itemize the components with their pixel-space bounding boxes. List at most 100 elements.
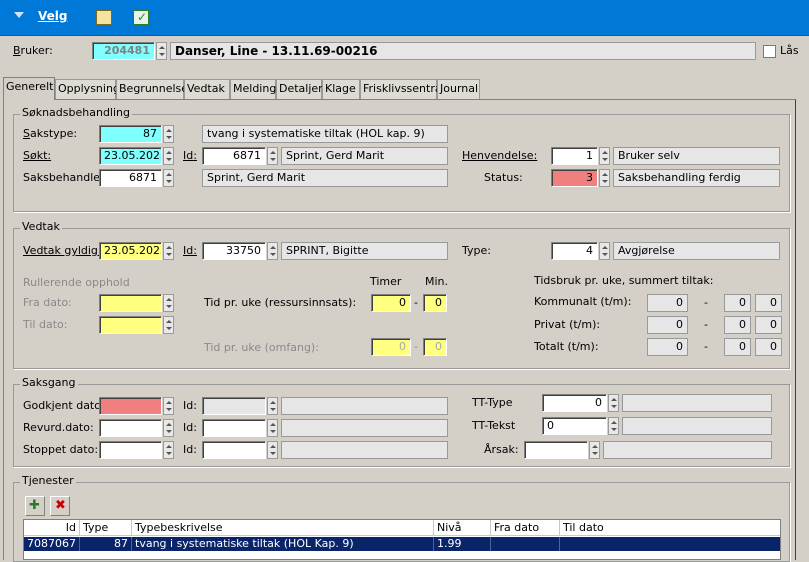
table-row-til-dato[interactable] xyxy=(560,537,780,551)
tttekst-field[interactable]: 0 xyxy=(542,417,607,435)
revurd-id-spinner[interactable] xyxy=(267,419,278,437)
book-icon[interactable] xyxy=(96,10,112,25)
tidsbruk-label: Tidsbruk pr. uke, summert tiltak: xyxy=(534,274,714,287)
table-row-typebeskrivelse[interactable]: tvang i systematiske tiltak (HOL Kap. 9) xyxy=(132,537,434,551)
status-label: Status: xyxy=(484,171,523,184)
til-dato-field[interactable] xyxy=(99,316,162,334)
godkjent-date-field[interactable] xyxy=(99,397,162,415)
stoppet-date-field[interactable] xyxy=(99,441,162,459)
saksbehandler-name: Sprint, Gerd Marit xyxy=(202,169,448,187)
col-id[interactable]: Id xyxy=(24,520,80,536)
toolbar xyxy=(0,0,809,36)
privat-extra: 0 xyxy=(755,316,782,334)
status-spinner[interactable] xyxy=(599,169,610,187)
arsak-spinner[interactable] xyxy=(589,441,600,459)
vedtak-name: SPRINT, Bigitte xyxy=(281,242,448,260)
vedtak-id-field[interactable]: 33750 xyxy=(202,242,266,260)
saksbehandler-spinner[interactable] xyxy=(163,169,174,187)
revurd-spinner[interactable] xyxy=(163,419,174,437)
bruker-id-field[interactable]: 204481 xyxy=(92,42,155,60)
fra-dato-spinner[interactable] xyxy=(163,294,174,312)
godkjent-spinner[interactable] xyxy=(163,397,174,415)
delete-service-button[interactable]: ✖ xyxy=(50,496,70,516)
privat-label: Privat (t/m): xyxy=(534,318,601,331)
saksgang-title: Saksgang xyxy=(20,376,78,389)
totalt-label: Totalt (t/m): xyxy=(534,340,599,353)
totalt-timer: 0 xyxy=(647,338,688,356)
vedtak-gyldig-label: Vedtak gyldig: xyxy=(23,244,102,257)
chevron-down-icon[interactable] xyxy=(14,12,24,18)
tab-melding[interactable]: Melding xyxy=(230,79,276,99)
godkjent-id-spinner[interactable] xyxy=(267,397,278,415)
tab-frisklivssentral[interactable]: Frisklivssentral xyxy=(360,79,445,99)
col-niva[interactable]: Nivå xyxy=(434,520,491,536)
status-field[interactable]: 3 xyxy=(551,169,598,187)
sokt-id-field[interactable]: 6871 xyxy=(202,147,266,165)
mail-check-icon[interactable]: ✓ xyxy=(133,10,149,25)
saksbehandler-field[interactable]: 6871 xyxy=(99,169,162,187)
table-row-fra-dato[interactable] xyxy=(491,537,560,551)
totalt-dash: - xyxy=(704,340,708,353)
stoppet-label: Stoppet dato: xyxy=(23,443,99,456)
sokt-date-field[interactable]: 23.05.2023 xyxy=(99,147,162,165)
stoppet-spinner[interactable] xyxy=(163,441,174,459)
stoppet-id-field[interactable] xyxy=(202,441,266,459)
type-label: Type: xyxy=(462,244,491,257)
vedtak-gyldig-field[interactable]: 23.05.2023 xyxy=(99,242,162,260)
revurd-name xyxy=(281,419,448,437)
omfang-label: Tid pr. uke (omfang): xyxy=(204,341,319,354)
sokt-label: Søkt: xyxy=(23,149,52,162)
tid-timer-field[interactable]: 0 xyxy=(371,294,411,312)
type-spinner[interactable] xyxy=(599,242,610,260)
til-dato-spinner[interactable] xyxy=(163,316,174,334)
revurd-date-field[interactable] xyxy=(99,419,162,437)
godkjent-id-label: Id: xyxy=(183,399,197,412)
velg-menu[interactable]: Velg xyxy=(38,9,67,23)
kommunalt-dash: - xyxy=(704,296,708,309)
table-row-id[interactable]: 7087067 xyxy=(24,537,80,551)
fra-dato-field[interactable] xyxy=(99,294,162,312)
col-fra-dato[interactable]: Fra dato xyxy=(491,520,560,536)
godkjent-id-field[interactable] xyxy=(202,397,266,415)
las-checkbox[interactable] xyxy=(763,45,776,58)
tab-detaljer[interactable]: Detaljer xyxy=(276,79,323,99)
henvendelse-spinner[interactable] xyxy=(599,147,610,165)
vedtak-id-spinner[interactable] xyxy=(267,242,278,260)
tab-opplysning[interactable]: Opplysning xyxy=(55,79,120,99)
omfang-min-field[interactable]: 0 xyxy=(423,338,447,356)
tttype-text xyxy=(622,394,772,412)
stoppet-id-spinner[interactable] xyxy=(267,441,278,459)
tttype-field[interactable]: 0 xyxy=(542,394,607,412)
tid-label: Tid pr. uke (ressursinnsats): xyxy=(204,296,357,309)
tab-begrunnelse[interactable]: Begrunnelse xyxy=(116,79,188,99)
tab-generelt[interactable]: Generelt xyxy=(3,77,55,100)
revurd-label: Revurd.dato: xyxy=(23,421,94,434)
tttype-spinner[interactable] xyxy=(608,394,619,412)
las-label: Lås xyxy=(780,44,799,57)
tid-min-field[interactable]: 0 xyxy=(423,294,447,312)
col-til-dato[interactable]: Til dato xyxy=(560,520,780,536)
table-row-type[interactable]: 87 xyxy=(80,537,132,551)
tttekst-spinner[interactable] xyxy=(608,417,619,435)
type-field[interactable]: 4 xyxy=(551,242,598,260)
vedtak-gyldig-spinner[interactable] xyxy=(163,242,174,260)
henvendelse-field[interactable]: 1 xyxy=(551,147,598,165)
arsak-field[interactable] xyxy=(524,441,588,459)
sakstype-field[interactable]: 87 xyxy=(99,125,162,143)
revurd-id-field[interactable] xyxy=(202,419,266,437)
tab-journal[interactable]: Journal xyxy=(437,79,480,99)
add-service-button[interactable]: ✚ xyxy=(25,496,45,516)
privat-dash: - xyxy=(704,318,708,331)
sakstype-spinner[interactable] xyxy=(163,125,174,143)
totalt-extra: 0 xyxy=(755,338,782,356)
bruker-spinner[interactable] xyxy=(156,42,167,60)
sokt-spinner[interactable] xyxy=(163,147,174,165)
table-row-niva[interactable]: 1.99 xyxy=(434,537,491,551)
tab-vedtak[interactable]: Vedtak xyxy=(184,79,230,99)
col-typebeskrivelse[interactable]: Typebeskrivelse xyxy=(132,520,434,536)
col-type[interactable]: Type xyxy=(80,520,132,536)
tab-klage[interactable]: Klage xyxy=(322,79,360,99)
omfang-timer-field[interactable]: 0 xyxy=(371,338,411,356)
tttekst-label: TT-Tekst xyxy=(472,419,516,432)
sokt-id-spinner[interactable] xyxy=(267,147,278,165)
